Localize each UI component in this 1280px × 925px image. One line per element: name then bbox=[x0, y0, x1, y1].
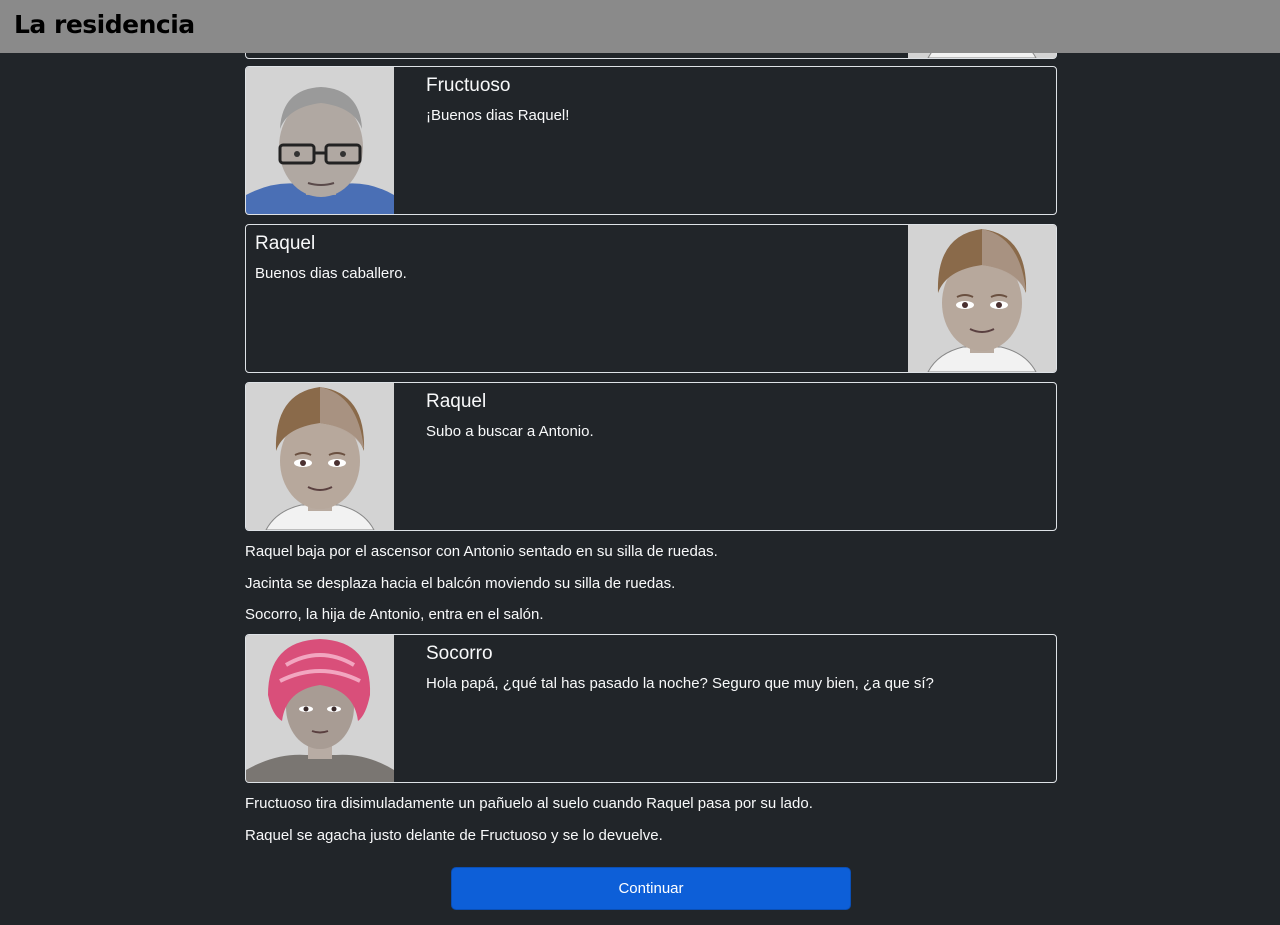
dialogue-card: Raquel Subo a buscar a Antonio. bbox=[245, 382, 1057, 531]
dialogue-card: Raquel Buenos dias caballero. bbox=[245, 224, 1057, 373]
speaker-name: Raquel bbox=[255, 233, 316, 254]
dialogue-text: ¡Buenos dias Raquel! bbox=[426, 107, 570, 124]
speaker-name: Fructuoso bbox=[426, 75, 511, 96]
narration-line: Raquel baja por el ascensor con Antonio … bbox=[245, 543, 718, 560]
speaker-name: Socorro bbox=[426, 643, 493, 664]
raquel-portrait bbox=[908, 225, 1056, 372]
dialogue-card: Socorro Hola papá, ¿qué tal has pasado l… bbox=[245, 634, 1057, 783]
continue-button[interactable]: Continuar bbox=[451, 867, 851, 910]
narration-line: Fructuoso tira disimuladamente un pañuel… bbox=[245, 795, 813, 812]
narration-line: Raquel se agacha justo delante de Fructu… bbox=[245, 827, 663, 844]
fructuoso-portrait bbox=[246, 67, 394, 214]
dialogue-text: Hola papá, ¿qué tal has pasado la noche?… bbox=[426, 675, 934, 692]
dialogue-text: Subo a buscar a Antonio. bbox=[426, 423, 594, 440]
socorro-portrait bbox=[246, 635, 394, 782]
app-title: La residencia bbox=[14, 10, 195, 39]
dialogue-card: Fructuoso ¡Buenos dias Raquel! bbox=[245, 66, 1057, 215]
top-bar: La residencia bbox=[0, 0, 1280, 53]
narration-line: Socorro, la hija de Antonio, entra en el… bbox=[245, 606, 544, 623]
narration-line: Jacinta se desplaza hacia el balcón movi… bbox=[245, 575, 676, 592]
dialogue-text: Buenos dias caballero. bbox=[255, 265, 407, 282]
speaker-name: Raquel bbox=[426, 391, 487, 412]
raquel-portrait bbox=[246, 383, 394, 530]
